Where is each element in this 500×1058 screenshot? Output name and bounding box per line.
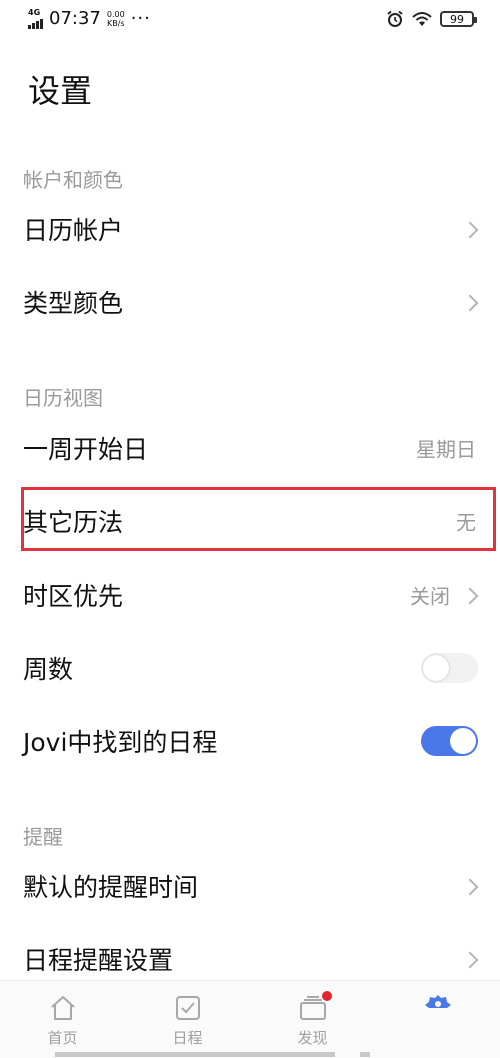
network-type: 4G [28, 7, 41, 17]
tab-settings[interactable] [375, 981, 500, 1051]
more-notifications-icon: ··· [130, 8, 151, 29]
battery-level: 99 [450, 12, 464, 26]
signal-bars-icon [28, 18, 43, 29]
row-label: 类型颜色 [23, 289, 124, 318]
network-speed: 0.00 KB/s [107, 10, 125, 28]
section-header-reminder: 提醒 [23, 825, 63, 849]
status-right: 99 [386, 10, 477, 28]
toggle-knob [423, 655, 449, 681]
chevron-right-icon [461, 878, 479, 896]
checkbox-icon [175, 996, 200, 1020]
section-header-view: 日历视图 [23, 386, 103, 410]
speed-value: 0.00 [106, 9, 125, 19]
nav-gesture-bar-right [360, 1052, 370, 1057]
settings-gear-icon [424, 995, 451, 1008]
chevron-right-icon [461, 587, 479, 605]
tab-label: 发现 [297, 1029, 328, 1047]
speed-unit: KB/s [106, 18, 125, 28]
row-label: 周数 [23, 655, 74, 684]
section-header-account: 帐户和颜色 [23, 168, 123, 192]
chevron-right-icon [461, 221, 479, 239]
row-type-color[interactable]: 类型颜色 [0, 267, 500, 337]
tab-home[interactable]: 首页 [0, 981, 125, 1051]
tab-discover[interactable]: 发现 [250, 981, 375, 1051]
alarm-icon [387, 10, 403, 27]
week-number-toggle[interactable] [421, 653, 478, 683]
row-value: 星期日 [416, 437, 476, 462]
signal-indicator: 4G [28, 7, 43, 29]
home-icon [50, 996, 75, 1020]
chevron-right-icon [461, 294, 479, 312]
page-title: 设置 [28, 72, 93, 110]
clock: 07:37 [49, 8, 101, 29]
row-week-number: 周数 [0, 633, 500, 703]
highlight-box [21, 487, 496, 551]
jovi-schedules-toggle[interactable] [421, 726, 478, 756]
bottom-tab-bar: 首页 日程 发现 [0, 980, 500, 1058]
nav-gesture-bar [55, 1052, 335, 1057]
row-week-start[interactable]: 一周开始日 星期日 [0, 413, 500, 483]
row-timezone-priority[interactable]: 时区优先 关闭 [0, 560, 500, 630]
notification-dot [322, 991, 332, 1001]
row-default-reminder[interactable]: 默认的提醒时间 [0, 851, 500, 921]
row-label: Jovi中找到的日程 [23, 728, 218, 757]
row-value: 关闭 [410, 584, 450, 609]
row-label: 时区优先 [23, 582, 124, 611]
tab-label: 首页 [47, 1029, 78, 1047]
row-jovi-schedules: Jovi中找到的日程 [0, 706, 500, 776]
row-label: 一周开始日 [23, 435, 149, 464]
row-label: 默认的提醒时间 [23, 873, 199, 902]
chevron-right-icon [461, 951, 479, 969]
toggle-knob [450, 728, 476, 754]
tab-schedule[interactable]: 日程 [125, 981, 250, 1051]
status-left: 4G 07:37 0.00 KB/s ··· [28, 8, 151, 29]
wifi-icon [412, 12, 432, 26]
tab-label: 日程 [172, 1029, 203, 1047]
battery-icon: 99 [440, 11, 477, 27]
status-bar: 4G 07:37 0.00 KB/s ··· 99 [0, 0, 500, 40]
row-label: 日历帐户 [23, 216, 124, 245]
row-label: 日程提醒设置 [23, 946, 174, 975]
row-calendar-account[interactable]: 日历帐户 [0, 194, 500, 264]
